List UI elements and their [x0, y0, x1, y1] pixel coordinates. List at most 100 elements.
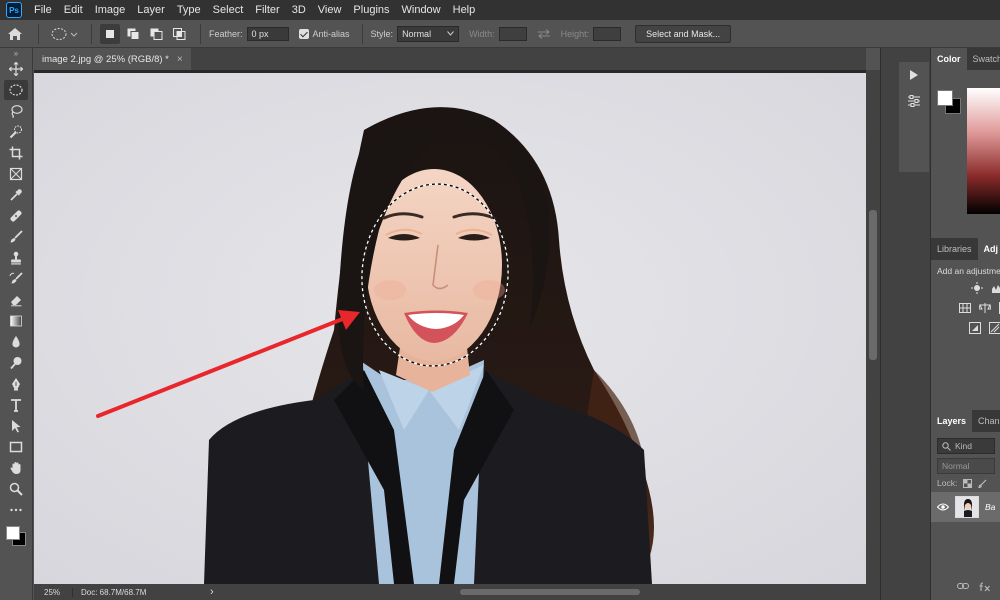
- document-tab-title: image 2.jpg @ 25% (RGB/8) *: [42, 53, 169, 65]
- menu-plugins[interactable]: Plugins: [347, 0, 395, 20]
- crop-icon[interactable]: [4, 143, 28, 163]
- properties-icon[interactable]: [899, 88, 929, 114]
- anti-alias-checkbox[interactable]: [298, 28, 309, 39]
- adjustments-panel: Add an adjustme: [931, 260, 1000, 428]
- eye-icon[interactable]: [937, 503, 949, 511]
- path-selection-icon[interactable]: [4, 416, 28, 436]
- gradient-icon[interactable]: [4, 311, 28, 331]
- dodge-icon[interactable]: [4, 353, 28, 373]
- gradient-map-icon[interactable]: [989, 322, 1000, 334]
- color-picker-field[interactable]: [967, 88, 1000, 214]
- brush-icon[interactable]: [4, 227, 28, 247]
- divider: [200, 23, 201, 44]
- color-swatches[interactable]: [4, 524, 28, 548]
- scrollbar-thumb[interactable]: [869, 210, 877, 360]
- menu-filter[interactable]: Filter: [249, 0, 285, 20]
- status-bar: 25% Doc: 68.7M/68.7M ›: [34, 584, 880, 600]
- feather-input[interactable]: 0 px: [246, 26, 289, 41]
- height-input[interactable]: [593, 26, 622, 41]
- lock-transparent-pixels-icon[interactable]: [963, 478, 973, 488]
- foreground-color-swatch[interactable]: [6, 526, 20, 540]
- hand-icon[interactable]: [4, 458, 28, 478]
- layer-row-background[interactable]: Ba: [931, 492, 1000, 522]
- brightness-contrast-icon[interactable]: [971, 282, 983, 294]
- home-icon[interactable]: [0, 24, 30, 44]
- elliptical-marquee-icon[interactable]: [4, 80, 28, 100]
- tab-adjustments[interactable]: Adj: [977, 238, 1000, 260]
- anti-alias-label: Anti-alias: [312, 28, 350, 39]
- photoshop-logo-icon[interactable]: Ps: [6, 2, 22, 18]
- adjustment-row: [931, 318, 1000, 338]
- rectangle-icon[interactable]: [4, 437, 28, 457]
- more-tools-icon[interactable]: [4, 500, 28, 520]
- width-input[interactable]: [498, 26, 527, 41]
- document-tab[interactable]: image 2.jpg @ 25% (RGB/8) * ×: [34, 48, 191, 70]
- menu-3d[interactable]: 3D: [286, 0, 312, 20]
- layer-style-fx-icon[interactable]: [979, 582, 991, 592]
- menu-help[interactable]: Help: [447, 0, 482, 20]
- tab-libraries[interactable]: Libraries: [931, 238, 978, 260]
- tab-color[interactable]: Color: [931, 48, 967, 70]
- quick-selection-icon[interactable]: [4, 122, 28, 142]
- canvas-area[interactable]: [34, 70, 866, 584]
- select-and-mask-button[interactable]: Select and Mask...: [635, 24, 732, 43]
- menu-window[interactable]: Window: [396, 0, 447, 20]
- add-to-selection-button[interactable]: [123, 24, 143, 44]
- collapsed-panel-dock: [880, 48, 930, 600]
- healing-brush-icon[interactable]: [4, 206, 28, 226]
- close-icon[interactable]: ×: [177, 54, 183, 65]
- search-icon: [942, 441, 951, 451]
- tool-preset-picker[interactable]: [47, 24, 83, 44]
- menu-image[interactable]: Image: [89, 0, 132, 20]
- canvas-horizontal-scrollbar[interactable]: [230, 587, 860, 597]
- new-selection-button[interactable]: [100, 23, 120, 44]
- blend-mode-select[interactable]: Normal: [937, 458, 995, 474]
- pen-icon[interactable]: [4, 374, 28, 394]
- zoom-level[interactable]: 25%: [34, 588, 72, 597]
- tab-swatches[interactable]: Swatch: [967, 48, 1000, 70]
- scrollbar-thumb[interactable]: [460, 589, 640, 595]
- blur-icon[interactable]: [4, 332, 28, 352]
- divider: [38, 23, 39, 44]
- style-select[interactable]: Normal: [397, 25, 460, 42]
- menu-bar: Ps File Edit Image Layer Type Select Fil…: [0, 0, 1000, 20]
- menu-select[interactable]: Select: [207, 0, 250, 20]
- foreground-color-swatch[interactable]: [937, 90, 953, 106]
- color-lookup-icon[interactable]: [959, 302, 971, 314]
- layer-filter-placeholder: Kind: [955, 441, 973, 451]
- menu-layer[interactable]: Layer: [131, 0, 171, 20]
- color-balance-icon[interactable]: [979, 302, 991, 314]
- lock-image-pixels-icon[interactable]: [978, 479, 987, 488]
- zoom-icon[interactable]: [4, 479, 28, 499]
- type-icon[interactable]: [4, 395, 28, 415]
- link-layers-icon[interactable]: [957, 582, 969, 590]
- layers-panel: Layers Chann Kind Normal Lock: Ba: [931, 410, 1000, 600]
- subtract-from-selection-button[interactable]: [146, 24, 166, 44]
- eraser-icon[interactable]: [4, 290, 28, 310]
- swap-width-height-icon[interactable]: [527, 24, 561, 44]
- intersect-selection-button[interactable]: [169, 24, 189, 44]
- levels-icon[interactable]: [991, 282, 1000, 294]
- tab-layers[interactable]: Layers: [931, 410, 973, 432]
- layer-filter-input[interactable]: Kind: [937, 438, 995, 454]
- menu-type[interactable]: Type: [171, 0, 207, 20]
- document-tab-bar: image 2.jpg @ 25% (RGB/8) * ×: [34, 48, 866, 70]
- adjustment-row: [931, 278, 1000, 298]
- move-icon[interactable]: [4, 59, 28, 79]
- history-brush-icon[interactable]: [4, 269, 28, 289]
- layer-name: Ba: [985, 502, 996, 512]
- menu-file[interactable]: File: [28, 0, 58, 20]
- status-menu-chevron-icon[interactable]: ›: [182, 586, 214, 598]
- layer-thumbnail: [955, 496, 979, 518]
- menu-edit[interactable]: Edit: [58, 0, 89, 20]
- frame-icon[interactable]: [4, 164, 28, 184]
- clone-stamp-icon[interactable]: [4, 248, 28, 268]
- menu-view[interactable]: View: [312, 0, 348, 20]
- canvas-vertical-scrollbar[interactable]: [866, 70, 880, 584]
- toolbar-collapse-icon[interactable]: »: [0, 48, 32, 58]
- lasso-icon[interactable]: [4, 101, 28, 121]
- eyedropper-icon[interactable]: [4, 185, 28, 205]
- invert-icon[interactable]: [969, 322, 981, 334]
- tab-channels[interactable]: Chann: [972, 410, 1000, 432]
- play-icon[interactable]: [899, 62, 929, 88]
